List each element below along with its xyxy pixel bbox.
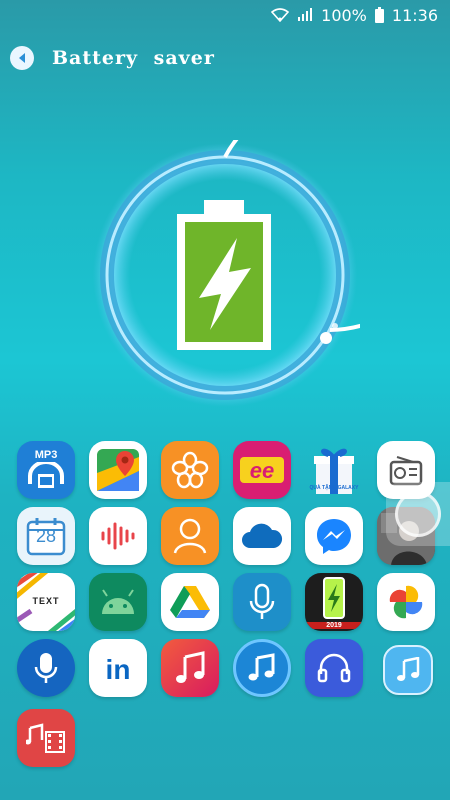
flower-app[interactable] xyxy=(161,441,219,499)
page-title: Battery saver xyxy=(52,47,215,69)
music-note-icon xyxy=(176,651,205,683)
quatang-galaxy-app[interactable]: QUÀ TẶNG GALAXY xyxy=(305,441,363,499)
person-icon xyxy=(173,518,207,554)
clock: 11:36 xyxy=(391,5,438,25)
onedrive-app[interactable] xyxy=(233,507,291,565)
app-grid: MP3 ee QUÀ TẶNG GALAXY 28 TEXT 2019 in xyxy=(17,441,437,767)
calendar-app[interactable]: 28 xyxy=(17,507,75,565)
status-bar: 100% 11:36 xyxy=(0,0,450,30)
google-maps-app[interactable] xyxy=(89,441,147,499)
microphone-icon xyxy=(249,583,275,619)
music-red-app[interactable] xyxy=(161,639,219,697)
battery-percent: 100% xyxy=(321,5,367,25)
voice-recorder-app[interactable] xyxy=(89,507,147,565)
back-button[interactable] xyxy=(10,46,34,70)
back-arrow-icon xyxy=(19,53,25,63)
battery-icon xyxy=(177,200,271,350)
drive-icon xyxy=(170,586,210,618)
battery-status-icon xyxy=(374,7,384,23)
video-music-editor-app[interactable] xyxy=(17,709,75,767)
cloud-icon xyxy=(242,523,283,548)
signal-icon xyxy=(297,8,313,22)
pinwheel-icon xyxy=(389,585,423,619)
headset-app[interactable] xyxy=(305,639,363,697)
voice-input-app[interactable] xyxy=(233,573,291,631)
voice-search-app[interactable] xyxy=(17,639,75,697)
flower-icon xyxy=(171,451,209,489)
music-note-icon xyxy=(248,653,275,681)
music-light-app[interactable] xyxy=(383,645,433,695)
android-icon xyxy=(102,589,134,614)
gauge-handle xyxy=(320,332,332,344)
battery-charger-app[interactable]: 2019 xyxy=(305,573,363,631)
battery-gauge xyxy=(90,92,450,410)
messenger-icon xyxy=(317,519,351,554)
google-drive-app[interactable] xyxy=(161,573,219,631)
floating-assistive-button[interactable] xyxy=(386,482,450,546)
map-pin-icon xyxy=(97,449,139,491)
messenger-app[interactable] xyxy=(305,507,363,565)
ee-icon: ee xyxy=(240,457,284,483)
google-photos-app[interactable] xyxy=(377,573,435,631)
music-blue-app[interactable] xyxy=(233,639,291,697)
text-art-app[interactable]: TEXT xyxy=(17,573,75,631)
headset-icon xyxy=(317,653,351,683)
sound-wave-icon xyxy=(101,522,135,550)
ee-app[interactable]: ee xyxy=(233,441,291,499)
linkedin-icon: in xyxy=(98,648,138,688)
android-app[interactable] xyxy=(89,573,147,631)
headphones-film-icon xyxy=(28,462,64,488)
svg-text:in: in xyxy=(106,654,131,685)
charger-battery-icon xyxy=(323,577,345,619)
wifi-icon xyxy=(271,8,290,22)
linkedin-app[interactable]: in xyxy=(89,639,147,697)
floating-button-dot xyxy=(395,491,441,537)
app-header: Battery saver xyxy=(10,40,215,76)
mp3-video-converter-app[interactable]: MP3 xyxy=(17,441,75,499)
music-note-icon xyxy=(397,657,420,681)
svg-text:ee: ee xyxy=(250,458,274,483)
contacts-app[interactable] xyxy=(161,507,219,565)
microphone-icon xyxy=(34,653,58,683)
music-film-icon xyxy=(26,723,65,753)
